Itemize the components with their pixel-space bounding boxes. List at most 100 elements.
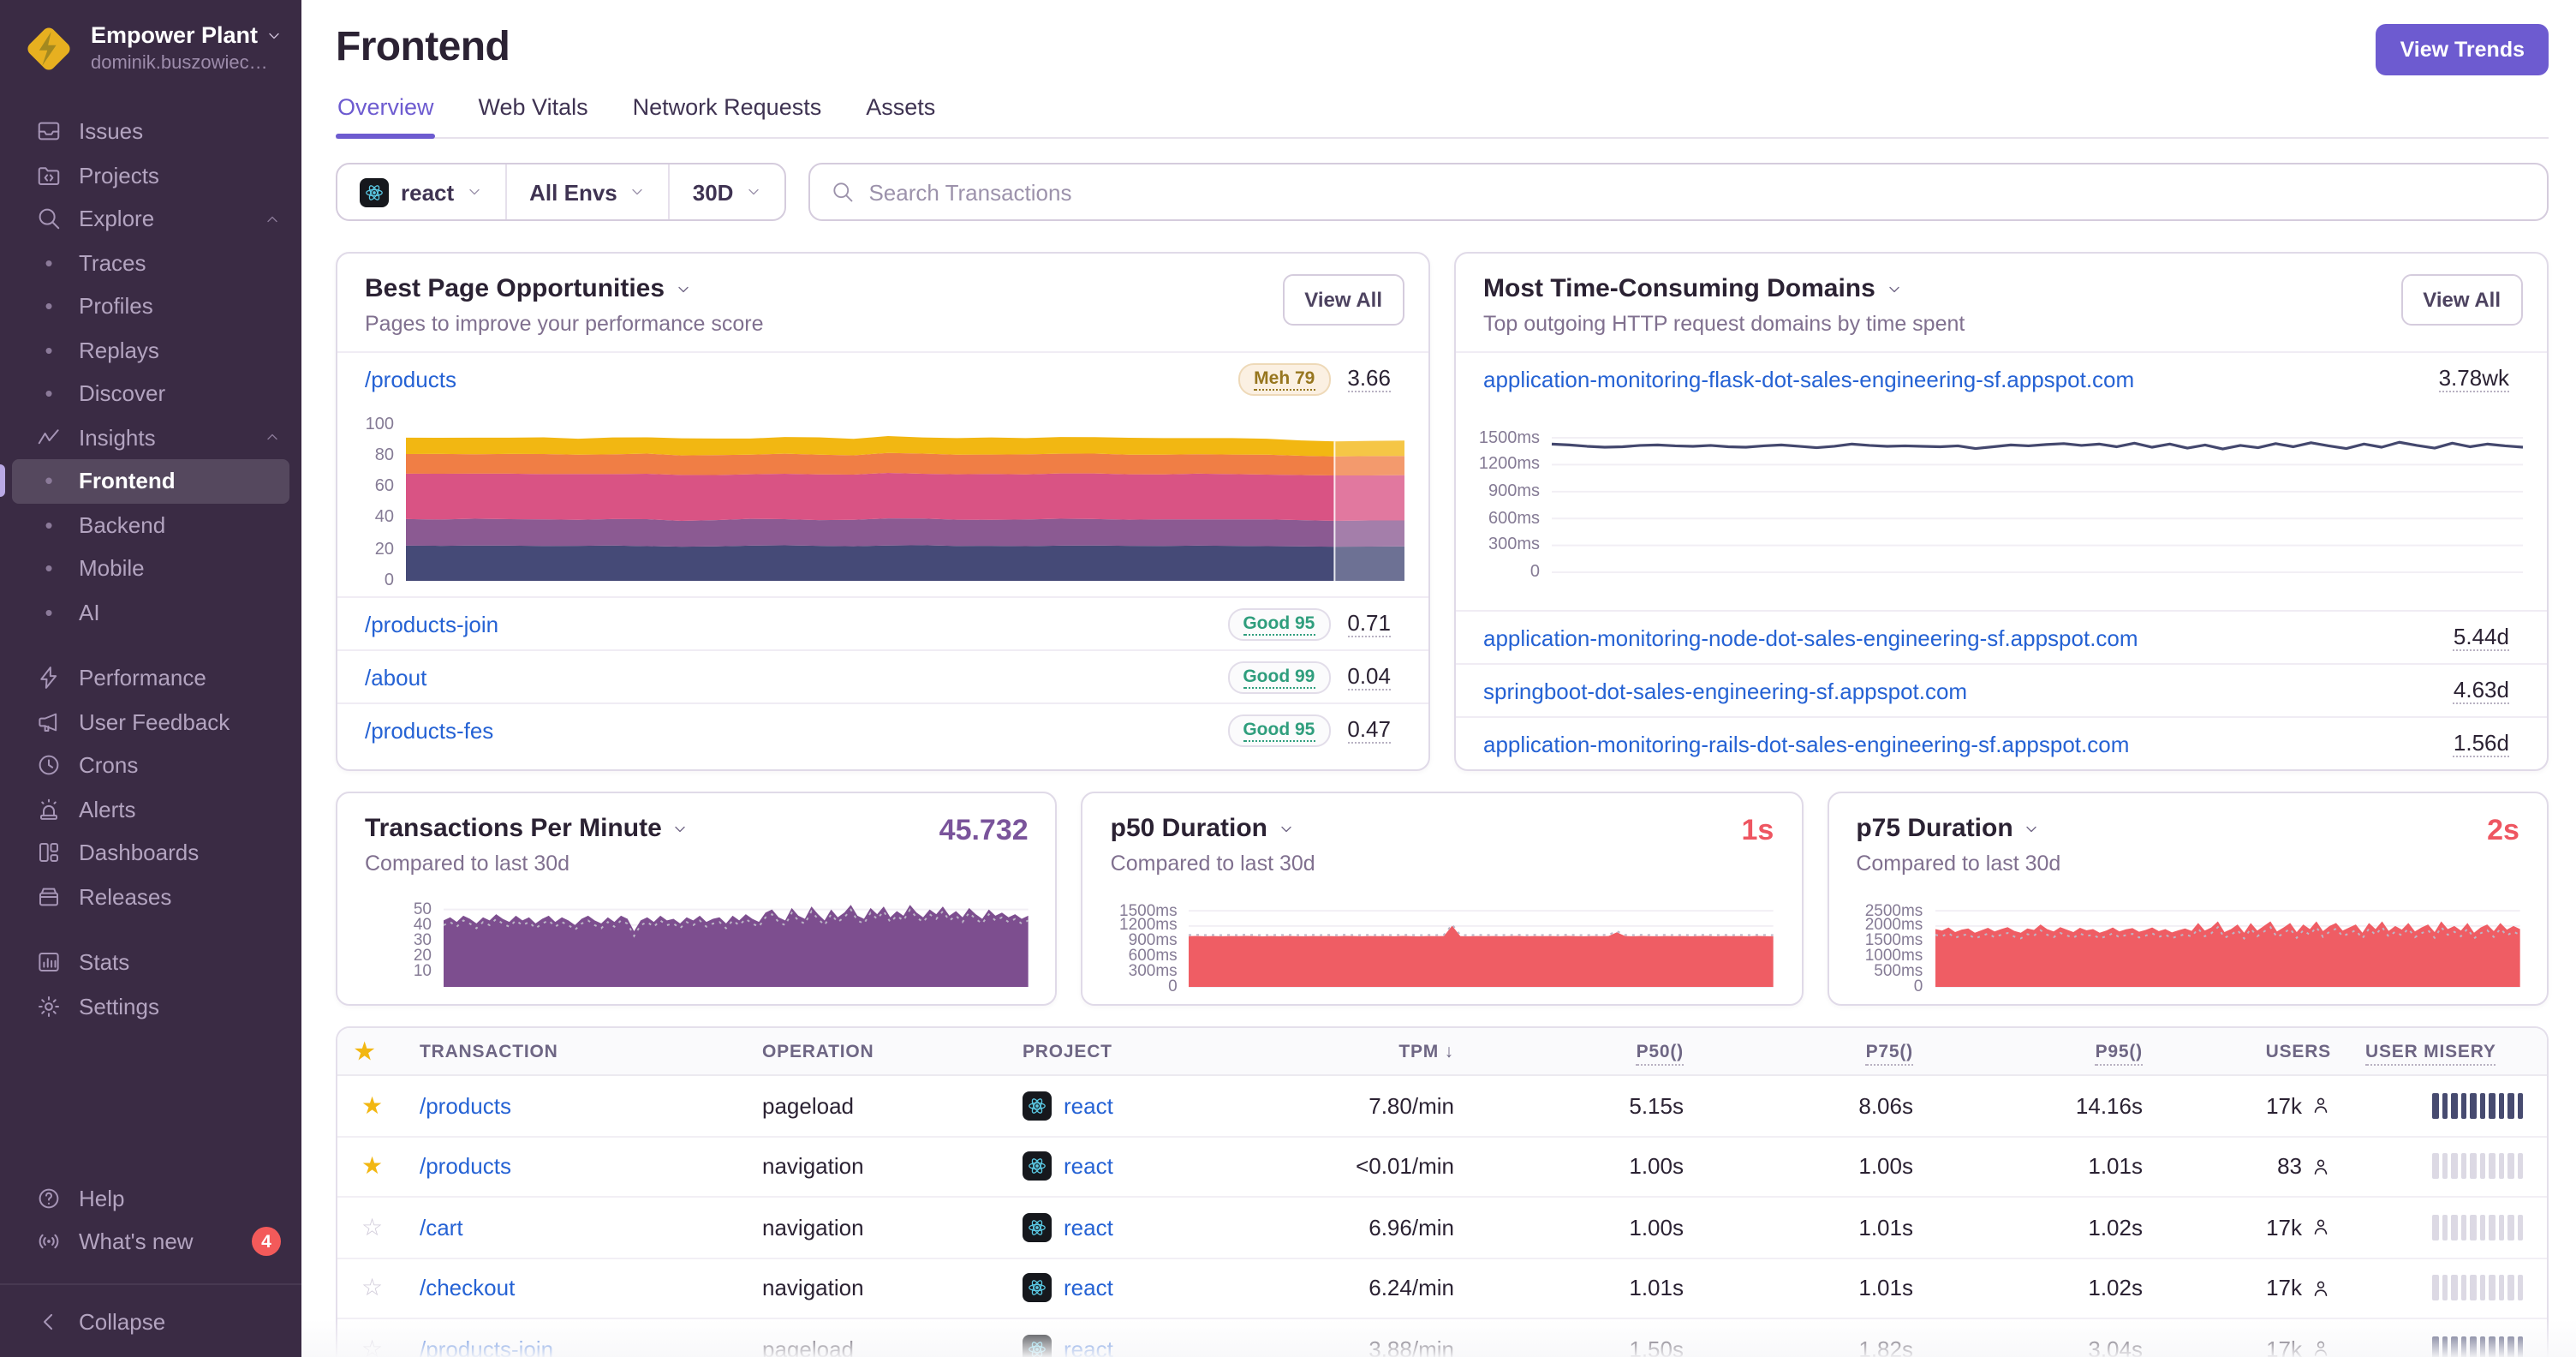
- project-link[interactable]: react: [1064, 1093, 1113, 1119]
- sidebar-item-alerts[interactable]: Alerts: [0, 787, 301, 831]
- project-link[interactable]: react: [1064, 1215, 1113, 1240]
- column-header-users[interactable]: USERS: [2160, 1041, 2348, 1061]
- sidebar-item-label: Crons: [79, 752, 139, 779]
- card-title-row[interactable]: Best Page Opportunities: [365, 274, 1401, 303]
- column-header-tpm[interactable]: TPM ↓: [1279, 1041, 1471, 1061]
- tab-network-requests[interactable]: Network Requests: [631, 94, 824, 137]
- p95-cell: 1.02s: [2088, 1214, 2143, 1240]
- sidebar-item-mobile[interactable]: • Mobile: [0, 547, 301, 590]
- chevron-up-icon[interactable]: [264, 429, 281, 446]
- best-pages-subtitle: Pages to improve your performance score: [365, 312, 764, 336]
- domain-link[interactable]: springboot-dot-sales-engineering-sf.apps…: [1483, 678, 2454, 703]
- crons-icon: [36, 753, 62, 779]
- time-consuming-domains-card: Most Time-Consuming Domains Top outgoing…: [1454, 252, 2549, 771]
- page-link[interactable]: /products-fes: [365, 717, 1227, 743]
- transaction-link[interactable]: /checkout: [420, 1276, 515, 1301]
- sidebar-item-label: Backend: [79, 511, 166, 538]
- column-header-p50[interactable]: P50(): [1471, 1041, 1701, 1065]
- domain-link[interactable]: application-monitoring-node-dot-sales-en…: [1483, 625, 2454, 650]
- column-header-project[interactable]: PROJECT: [1005, 1041, 1279, 1061]
- env-filter[interactable]: All Envs: [505, 164, 669, 219]
- column-header-operation[interactable]: OPERATION: [745, 1041, 1005, 1061]
- sidebar-item-what-s-new[interactable]: What's new 4: [0, 1220, 301, 1264]
- chevron-down-icon: [1886, 280, 1903, 297]
- sidebar-item-backend[interactable]: • Backend: [0, 503, 301, 547]
- chevron-up-icon[interactable]: [264, 211, 281, 228]
- tab-web-vitals[interactable]: Web Vitals: [477, 94, 590, 137]
- project-link[interactable]: react: [1064, 1276, 1113, 1301]
- score-badge: Good 95: [1227, 607, 1331, 640]
- sidebar-item-discover[interactable]: • Discover: [0, 372, 301, 415]
- sidebar-item-profiles[interactable]: • Profiles: [0, 284, 301, 328]
- project-filter[interactable]: react: [337, 164, 505, 219]
- p50-cell: 1.50s: [1629, 1336, 1684, 1357]
- sidebar-collapse-button[interactable]: Collapse: [0, 1300, 301, 1343]
- card-title-row[interactable]: Most Time-Consuming Domains: [1483, 274, 2519, 303]
- p50-title-row[interactable]: p50 Duration: [1111, 814, 1774, 843]
- domain-duration-chart: 1500ms 1200ms 900ms 600ms 300ms 0: [1456, 404, 2547, 610]
- sidebar-item-explore[interactable]: Explore: [0, 197, 301, 241]
- sidebar-item-dashboards[interactable]: Dashboards: [0, 831, 301, 875]
- sidebar-item-help[interactable]: Help: [0, 1176, 301, 1220]
- org-switcher[interactable]: Empower Plant dominik.buszowiec…: [0, 0, 301, 89]
- sidebar-item-performance[interactable]: Performance: [0, 656, 301, 700]
- transaction-link[interactable]: /products: [420, 1093, 511, 1119]
- star-filled-icon[interactable]: ★: [361, 1091, 383, 1119]
- page-link[interactable]: /products-join: [365, 611, 1227, 637]
- column-header-user-misery[interactable]: USER MISERY: [2348, 1041, 2547, 1065]
- page-link[interactable]: /products: [365, 366, 1238, 392]
- date-range-filter[interactable]: 30D: [668, 164, 785, 219]
- sidebar-footer: Help What's new 4 Collapse: [0, 1176, 301, 1357]
- tab-assets[interactable]: Assets: [864, 94, 937, 137]
- p75-title: p75 Duration: [1856, 814, 2013, 843]
- operation-cell: pageload: [762, 1336, 854, 1357]
- sidebar-item-user-feedback[interactable]: User Feedback: [0, 700, 301, 744]
- sidebar-item-frontend[interactable]: • Frontend: [0, 459, 289, 503]
- view-all-button[interactable]: View All: [1282, 274, 1404, 326]
- sidebar-item-crons[interactable]: Crons: [0, 744, 301, 787]
- collapse-icon: [36, 1309, 62, 1335]
- p50-cell: 1.00s: [1629, 1214, 1684, 1240]
- column-header-transaction[interactable]: TRANSACTION: [402, 1041, 745, 1061]
- transaction-link[interactable]: /cart: [420, 1215, 463, 1240]
- column-header-star[interactable]: ★: [337, 1037, 402, 1065]
- view-trends-button[interactable]: View Trends: [2376, 24, 2549, 75]
- sidebar-item-projects[interactable]: Projects: [0, 153, 301, 197]
- star-filled-icon[interactable]: ★: [361, 1152, 383, 1180]
- transaction-link[interactable]: /products: [420, 1154, 511, 1180]
- page-link[interactable]: /about: [365, 664, 1227, 690]
- sidebar-item-releases[interactable]: Releases: [0, 875, 301, 918]
- bullet-icon: •: [45, 380, 53, 407]
- table-header: ★ TRANSACTION OPERATION PROJECT TPM ↓ P50() P7…: [337, 1028, 2547, 1076]
- insights-icon: [36, 425, 62, 451]
- view-all-button[interactable]: View All: [2400, 274, 2523, 326]
- star-outline-icon[interactable]: ☆: [361, 1335, 383, 1357]
- star-outline-icon[interactable]: ☆: [361, 1213, 383, 1240]
- sidebar-item-replays[interactable]: • Replays: [0, 328, 301, 372]
- sidebar-item-insights[interactable]: Insights: [0, 415, 301, 459]
- user-misery-bars: [2432, 1092, 2523, 1119]
- project-link[interactable]: react: [1064, 1154, 1113, 1180]
- transaction-link[interactable]: /products-join: [420, 1336, 553, 1357]
- sidebar-item-settings[interactable]: Settings: [0, 984, 301, 1028]
- column-header-p95[interactable]: P95(): [1930, 1041, 2160, 1065]
- p75-title-row[interactable]: p75 Duration: [1856, 814, 2519, 843]
- tpm-subtitle: Compared to last 30d: [365, 852, 570, 876]
- sidebar-item-stats[interactable]: Stats: [0, 941, 301, 984]
- tpm-title-row[interactable]: Transactions Per Minute: [365, 814, 1029, 843]
- domain-link[interactable]: application-monitoring-flask-dot-sales-e…: [1483, 366, 2439, 392]
- column-header-p75[interactable]: P75(): [1701, 1041, 1930, 1065]
- sidebar-item-issues[interactable]: Issues: [0, 110, 301, 153]
- user-icon: [2311, 1157, 2331, 1177]
- sidebar-item-label: Issues: [79, 118, 144, 145]
- search-input[interactable]: [868, 179, 2526, 205]
- best-pages-title: Best Page Opportunities: [365, 274, 665, 303]
- domain-link[interactable]: application-monitoring-rails-dot-sales-e…: [1483, 731, 2454, 756]
- users-cell: 83: [2177, 1154, 2331, 1180]
- project-link[interactable]: react: [1064, 1336, 1113, 1357]
- star-outline-icon[interactable]: ☆: [361, 1274, 383, 1301]
- sidebar-item-ai[interactable]: • AI: [0, 590, 301, 634]
- tab-overview[interactable]: Overview: [336, 94, 437, 139]
- table-row: ★ /products navigation react <0.01/min 1.00s 1…: [337, 1137, 2547, 1198]
- sidebar-item-traces[interactable]: • Traces: [0, 241, 301, 284]
